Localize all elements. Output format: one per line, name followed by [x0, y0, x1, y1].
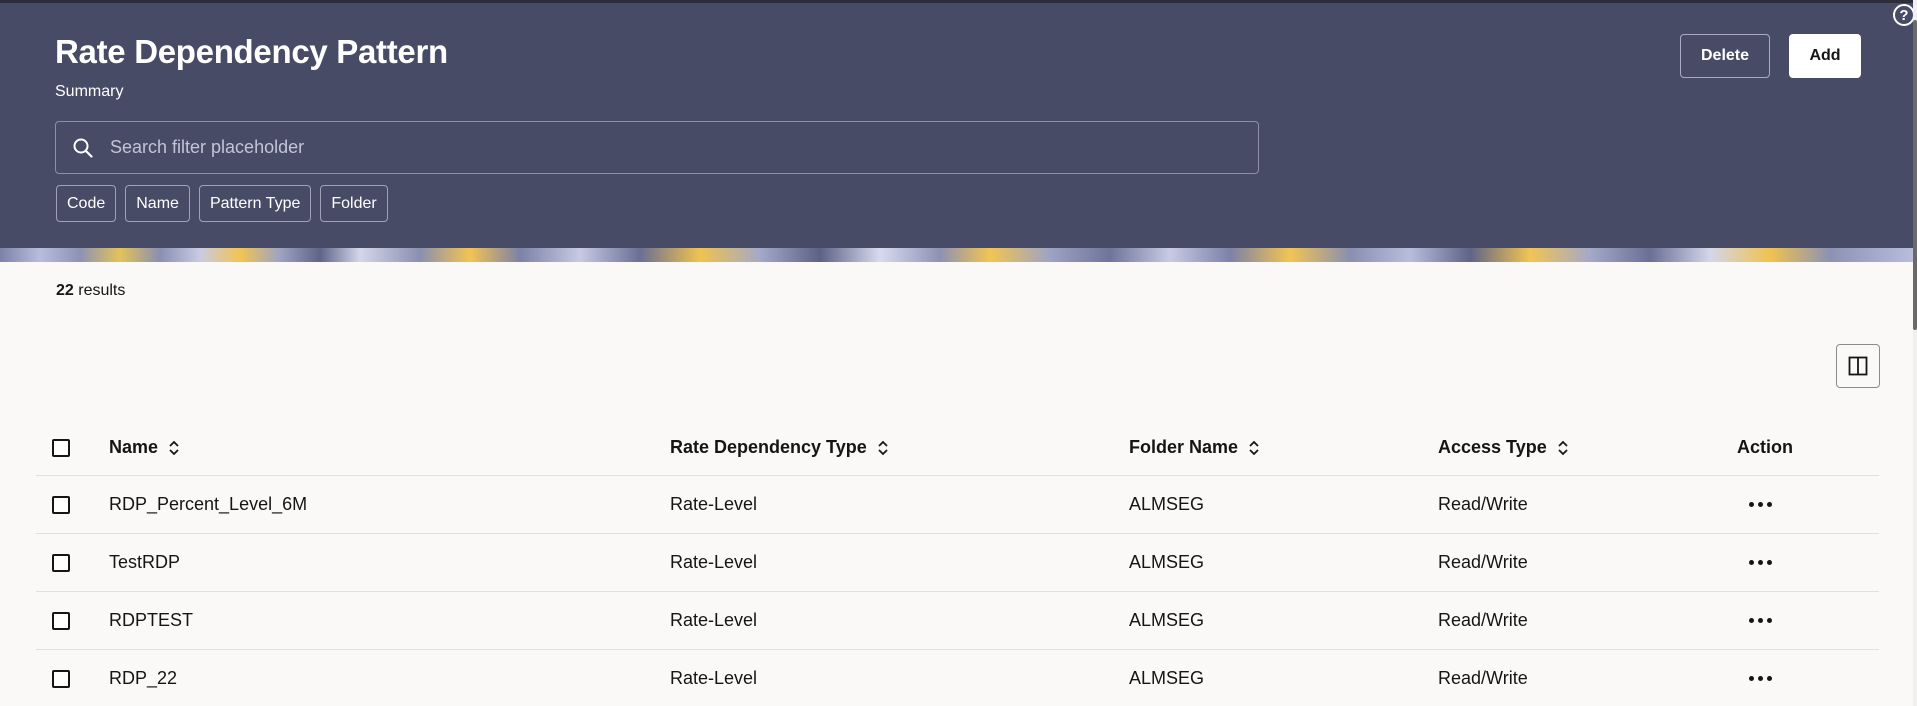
cell-rate-dependency-type: Rate-Level: [670, 668, 758, 688]
page-title: Rate Dependency Pattern: [55, 33, 448, 70]
cell-name[interactable]: RDP_Percent_Level_6M: [109, 476, 307, 533]
row-checkbox[interactable]: [52, 611, 70, 630]
scrollbar-thumb[interactable]: [1913, 20, 1917, 330]
table-row[interactable]: TestRDP Rate-Level ALMSEG Read/Write: [36, 534, 1879, 592]
cell-action: [1737, 476, 1772, 533]
results-count: 22 results: [56, 282, 125, 300]
more-options-icon[interactable]: [1749, 560, 1772, 565]
table-row[interactable]: RDPTEST Rate-Level ALMSEG Read/Write: [36, 592, 1879, 650]
search-icon: [56, 121, 110, 174]
add-button[interactable]: Add: [1789, 34, 1861, 78]
search-input[interactable]: [110, 122, 1258, 173]
cell-name[interactable]: RDPTEST: [109, 592, 193, 649]
row-select-cell: [52, 650, 70, 706]
select-all-checkbox[interactable]: [52, 438, 70, 457]
filter-chip-code[interactable]: Code: [56, 185, 117, 222]
row-checkbox[interactable]: [52, 495, 70, 514]
cell-folder-name: ALMSEG: [1129, 610, 1205, 630]
cell-rate-dependency-type: Rate-Level: [670, 610, 758, 630]
more-options-icon[interactable]: [1749, 502, 1772, 507]
more-options-icon[interactable]: [1749, 676, 1772, 681]
cell-rate-dependency-type: Rate-Level: [670, 494, 758, 514]
cell-action: [1737, 534, 1772, 591]
cell-name[interactable]: RDP_22: [109, 650, 177, 706]
page-subtitle: Summary: [55, 83, 124, 100]
column-header-rate-dependency-type[interactable]: Rate Dependency Type: [670, 420, 889, 475]
column-label: Name: [109, 437, 159, 457]
column-header-folder-name[interactable]: Folder Name: [1129, 420, 1260, 475]
cell-name[interactable]: TestRDP: [109, 534, 180, 591]
filter-chip-name[interactable]: Name: [125, 185, 190, 222]
cell-folder-name: ALMSEG: [1129, 552, 1205, 572]
row-select-cell: [52, 534, 70, 591]
cell-access-type: Read/Write: [1438, 668, 1528, 688]
results-number: 22: [56, 282, 74, 299]
sort-icon[interactable]: [1248, 439, 1260, 457]
decorative-banner: [0, 248, 1913, 262]
column-label: Folder Name: [1129, 437, 1239, 457]
table-row[interactable]: RDP_Percent_Level_6M Rate-Level ALMSEG R…: [36, 476, 1879, 534]
delete-button[interactable]: Delete: [1680, 34, 1770, 78]
sort-icon[interactable]: [877, 439, 889, 457]
sort-icon[interactable]: [168, 439, 180, 457]
filter-chips: Code Name Pattern Type Folder: [56, 185, 388, 222]
column-header-name[interactable]: Name: [109, 420, 180, 475]
page-header: Rate Dependency Pattern Summary Delete A…: [0, 3, 1913, 248]
table-row[interactable]: RDP_22 Rate-Level ALMSEG Read/Write: [36, 650, 1879, 706]
row-select-cell: [52, 592, 70, 649]
filter-chip-pattern-type[interactable]: Pattern Type: [198, 185, 312, 222]
cell-folder-name: ALMSEG: [1129, 668, 1205, 688]
column-layout-button[interactable]: [1836, 344, 1880, 388]
cell-action: [1737, 650, 1772, 706]
column-header-access-type[interactable]: Access Type: [1438, 420, 1569, 475]
column-layout-icon: [1848, 356, 1868, 376]
sort-icon[interactable]: [1557, 439, 1569, 457]
cell-folder-name: ALMSEG: [1129, 494, 1205, 514]
table-header: Name Rate Dependency Type Folder Name Ac…: [36, 420, 1879, 476]
filter-chip-folder[interactable]: Folder: [320, 185, 388, 222]
more-options-icon[interactable]: [1749, 618, 1772, 623]
row-checkbox[interactable]: [52, 553, 70, 572]
results-label: results: [78, 282, 126, 299]
column-label: Access Type: [1438, 437, 1547, 457]
help-icon[interactable]: ?: [1893, 4, 1915, 26]
column-label: Rate Dependency Type: [670, 437, 867, 457]
cell-action: [1737, 592, 1772, 649]
select-all-cell: [52, 420, 70, 475]
cell-access-type: Read/Write: [1438, 610, 1528, 630]
search-bar[interactable]: [55, 121, 1259, 174]
cell-access-type: Read/Write: [1438, 552, 1528, 572]
cell-rate-dependency-type: Rate-Level: [670, 552, 758, 572]
row-select-cell: [52, 476, 70, 533]
column-header-action: Action: [1737, 437, 1793, 457]
row-checkbox[interactable]: [52, 669, 70, 688]
cell-access-type: Read/Write: [1438, 494, 1528, 514]
data-table: Name Rate Dependency Type Folder Name Ac…: [36, 420, 1879, 706]
